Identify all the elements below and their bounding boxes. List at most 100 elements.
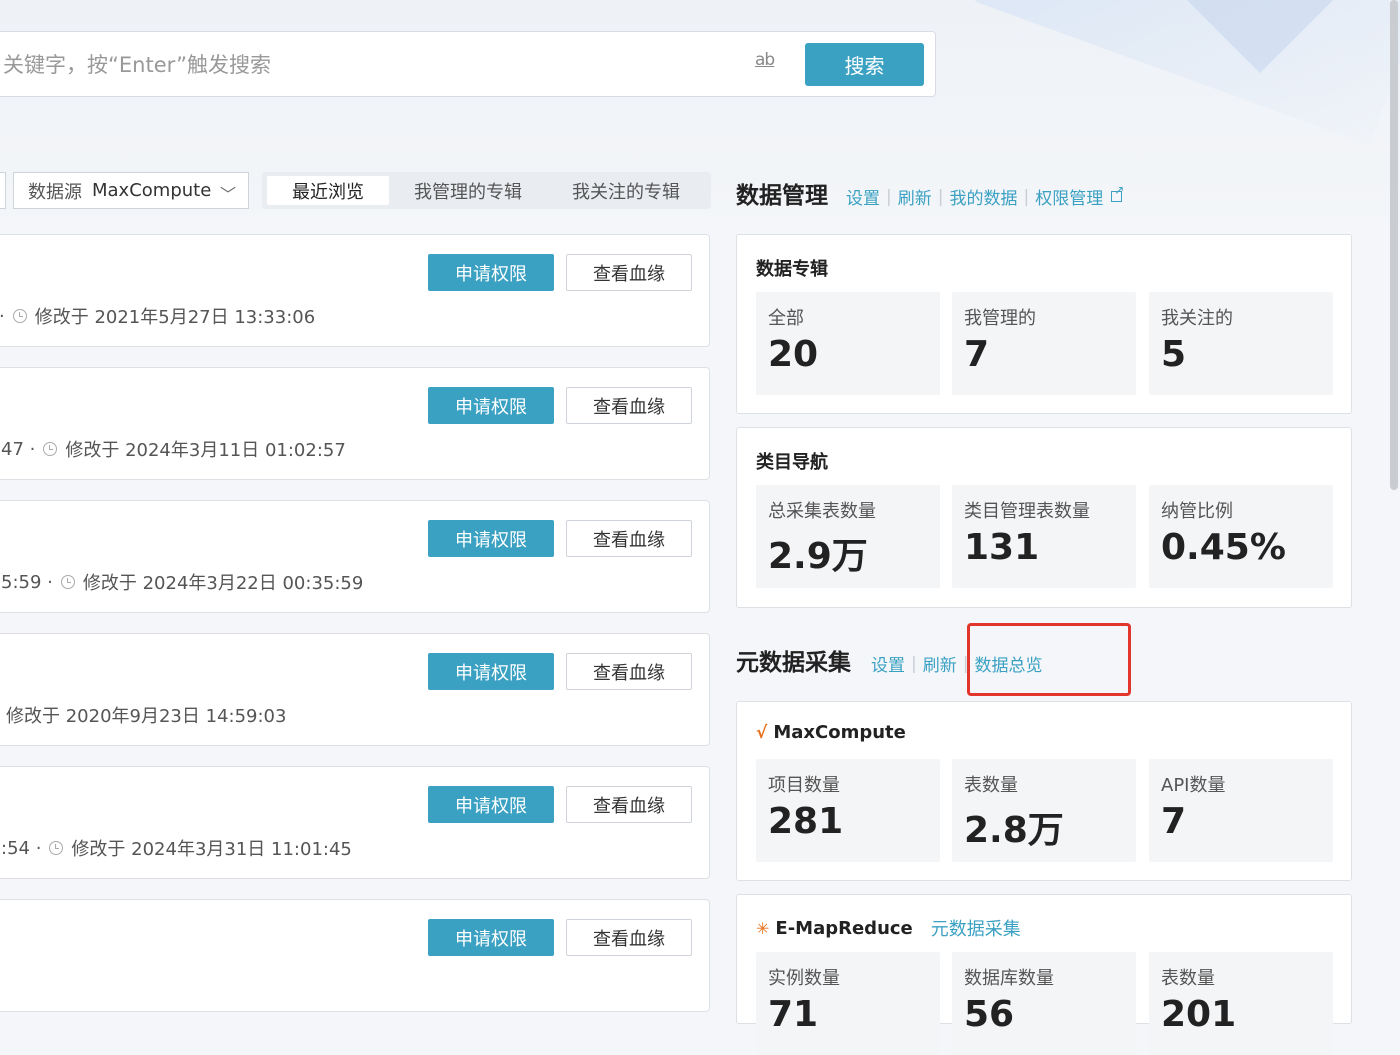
view-lineage-button[interactable]: 查看血缘 [566,919,692,956]
panel-title-text: MaxCompute [773,722,906,743]
view-lineage-button[interactable]: 查看血缘 [566,254,692,291]
permission-management-link[interactable]: 权限管理 [1035,184,1103,209]
panel-title: 数据专辑 [756,259,828,280]
meta-prefix: :54 · [1,837,42,859]
data-albums-panel: 数据专辑 全部 20 我管理的 7 我关注的 5 [736,234,1352,414]
apply-permission-button[interactable]: 申请权限 [428,387,554,424]
scrollbar-thumb[interactable] [1390,0,1398,490]
modified-meta: 5:59 · 修改于 2024年3月22日 00:35:59 [1,569,363,595]
stat-card[interactable]: 总采集表数量 2.9万 [756,485,940,588]
list-item: 申请权限 查看血缘 :54 · 修改于 2024年3月31日 11:01:45 [0,766,710,879]
datasource-value: MaxCompute [92,180,212,201]
settings-link[interactable]: 设置 [846,184,880,209]
stat-card[interactable]: 项目数量 281 [756,759,940,862]
stat-label: API数量 [1161,775,1226,796]
stat-label: 纳管比例 [1161,501,1233,522]
emapreduce-panel: ✳ E-MapReduce 元数据采集 实例数量 71 数据库数量 56 表数量… [736,894,1352,1055]
stat-label: 类目管理表数量 [964,501,1090,522]
page-scrollbar[interactable] [1388,0,1400,1012]
data-management-links: 设置 | 刷新 | 我的数据 | 权限管理 [846,183,1124,209]
search-input[interactable] [1,44,725,86]
stat-card[interactable]: 我关注的 5 [1149,292,1333,395]
stat-label: 我关注的 [1161,308,1233,329]
view-lineage-button[interactable]: 查看血缘 [566,786,692,823]
panel-title: √ MaxCompute [756,722,906,743]
stat-value: 131 [964,527,1040,568]
stat-card[interactable]: 表数量 201 [1149,952,1333,1055]
stat-label: 我管理的 [964,308,1036,329]
stat-card[interactable]: API数量 7 [1149,759,1333,862]
modified-time: 修改于 2024年3月11日 01:02:57 [65,440,346,461]
tab-managed-albums[interactable]: 我管理的专辑 [402,176,534,205]
stat-card[interactable]: 全部 20 [756,292,940,395]
modified-time: 修改于 2020年9月23日 14:59:03 [6,706,287,727]
stat-value: 5 [1161,334,1187,375]
stat-card[interactable]: 实例数量 71 [756,952,940,1055]
clock-icon [12,309,27,323]
search-button[interactable]: 搜索 [805,43,924,86]
stat-label: 表数量 [964,775,1018,796]
modified-meta: · 修改于 2021年5月27日 13:33:06 [0,303,315,329]
match-case-icon[interactable]: ab [755,50,775,70]
chevron-down-icon: ﹀ [219,185,236,204]
emapreduce-icon: ✳ [756,918,770,938]
view-lineage-button[interactable]: 查看血缘 [566,520,692,557]
metadata-collection-title: 元数据采集 [736,650,851,676]
panel-title: 类目导航 [756,452,828,473]
list-item: 申请权限 查看血缘 5:59 · 修改于 2024年3月22日 00:35:59 [0,500,710,613]
refresh-link[interactable]: 刷新 [923,651,957,676]
tab-followed-albums[interactable]: 我关注的专辑 [558,176,694,205]
album-tabs: 最近浏览 我管理的专辑 我关注的专辑 [262,172,711,209]
my-data-link[interactable]: 我的数据 [949,184,1017,209]
stat-value: 2.9万 [768,536,868,577]
stat-value: 7 [1161,801,1187,842]
refresh-link[interactable]: 刷新 [898,184,932,209]
stat-card[interactable]: 类目管理表数量 131 [952,485,1136,588]
apply-permission-button[interactable]: 申请权限 [428,786,554,823]
stat-value: 71 [768,994,819,1035]
datasource-select[interactable]: 数据源 MaxCompute ﹀ [13,172,249,209]
apply-permission-button[interactable]: 申请权限 [428,520,554,557]
apply-permission-button[interactable]: 申请权限 [428,919,554,956]
stat-value: 20 [768,334,819,375]
list-item: 申请权限 查看血缘 · 修改于 2021年5月27日 13:33:06 [0,234,710,347]
modified-time: 修改于 2021年5月27日 13:33:06 [34,307,316,328]
clock-icon [49,841,64,855]
highlight-annotation-box [967,623,1131,696]
filter-control-partial[interactable] [0,172,6,209]
clock-icon [60,575,75,589]
stat-value: 0.45% [1161,527,1286,568]
panel-title-text: E-MapReduce [775,917,913,939]
maxcompute-icon: √ [756,722,768,743]
meta-prefix: 5:59 · [1,571,53,593]
modified-meta: 修改于 2020年9月23日 14:59:03 [6,702,286,728]
list-item: 申请权限 查看血缘 [0,899,710,1012]
list-item: 申请权限 查看血缘 修改于 2020年9月23日 14:59:03 [0,633,710,746]
maxcompute-panel: √ MaxCompute 项目数量 281 表数量 2.8万 API数量 7 [736,701,1352,881]
modified-meta: :54 · 修改于 2024年3月31日 11:01:45 [1,835,352,861]
modified-time: 修改于 2024年3月22日 00:35:59 [82,573,364,594]
view-lineage-button[interactable]: 查看血缘 [566,387,692,424]
stat-value: 56 [964,994,1015,1035]
stat-card[interactable]: 数据库数量 56 [952,952,1136,1055]
stat-card[interactable]: 表数量 2.8万 [952,759,1136,862]
list-item: 申请权限 查看血缘 47 · 修改于 2024年3月11日 01:02:57 [0,367,710,480]
stat-label: 全部 [768,308,804,329]
stat-value: 2.8万 [964,810,1064,851]
datasource-label: 数据源 [28,181,82,203]
stat-card[interactable]: 我管理的 7 [952,292,1136,395]
apply-permission-button[interactable]: 申请权限 [428,254,554,291]
category-nav-panel: 类目导航 总采集表数量 2.9万 类目管理表数量 131 纳管比例 0.45% [736,427,1352,608]
metadata-collection-link[interactable]: 元数据采集 [931,915,1021,941]
apply-permission-button[interactable]: 申请权限 [428,653,554,690]
external-link-icon[interactable] [1111,183,1124,202]
stat-card[interactable]: 纳管比例 0.45% [1149,485,1333,588]
stat-label: 实例数量 [768,968,840,989]
meta-prefix: 47 · [1,438,36,460]
tab-recent[interactable]: 最近浏览 [267,176,389,205]
view-lineage-button[interactable]: 查看血缘 [566,653,692,690]
stat-label: 表数量 [1161,968,1215,989]
clock-icon [43,442,58,456]
data-management-title: 数据管理 [736,183,828,209]
settings-link[interactable]: 设置 [871,651,905,676]
